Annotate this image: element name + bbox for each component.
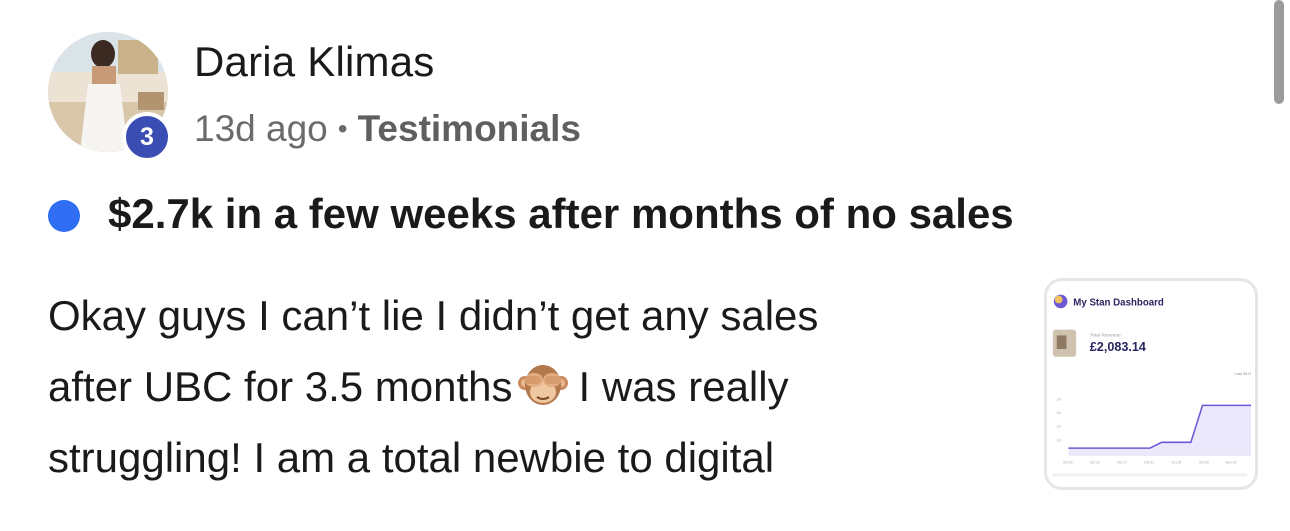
x-tick: Oct 29 (1199, 461, 1209, 465)
post-category[interactable]: Testimonials (358, 108, 581, 150)
x-tick: Oct 13 (1090, 461, 1100, 465)
range-label: Last 28 D (1235, 371, 1252, 376)
metric-label: Total Revenue (1090, 332, 1121, 338)
y-tick: £K (1057, 410, 1062, 415)
body-line: struggling! I am a total newbie to digit… (48, 434, 775, 481)
dashboard-screenshot: My Stan Dashboard Total Revenue £2,083.1… (1052, 294, 1252, 477)
body-line: after UBC for 3.5 months I was really (48, 351, 1008, 422)
x-tick: Oct 25 (1171, 461, 1181, 465)
level-badge: 3 (122, 112, 172, 162)
post-time: 13d ago (194, 108, 328, 149)
unread-indicator (48, 200, 80, 232)
body-text: after UBC for 3.5 months (48, 363, 513, 410)
scrollbar[interactable] (1274, 0, 1284, 104)
x-tick: Nov 02 (1226, 461, 1237, 465)
see-no-evil-monkey-icon (517, 359, 569, 411)
x-tick: Oct 21 (1144, 461, 1154, 465)
post-title[interactable]: $2.7k in a few weeks after months of no … (108, 190, 1014, 238)
dashboard-header: My Stan Dashboard (1073, 297, 1164, 308)
author-name[interactable]: Daria Klimas (194, 38, 434, 86)
attachment-thumbnail[interactable]: My Stan Dashboard Total Revenue £2,083.1… (1044, 278, 1258, 490)
body-line: Okay guys I can’t lie I didn’t get any s… (48, 292, 819, 339)
body-text: I was really (578, 363, 789, 410)
y-tick: £K (1057, 424, 1062, 429)
post-meta: 13d ago • Testimonials (194, 108, 581, 150)
post-body[interactable]: Okay guys I can’t lie I didn’t get any s… (48, 280, 1008, 493)
x-tick: Oct 09 (1063, 461, 1073, 465)
y-tick: £K (1057, 437, 1062, 442)
metric-value: £2,083.14 (1090, 340, 1146, 354)
x-tick: Oct 17 (1117, 461, 1127, 465)
meta-separator: • (337, 113, 348, 144)
y-tick: £K (1057, 397, 1062, 402)
